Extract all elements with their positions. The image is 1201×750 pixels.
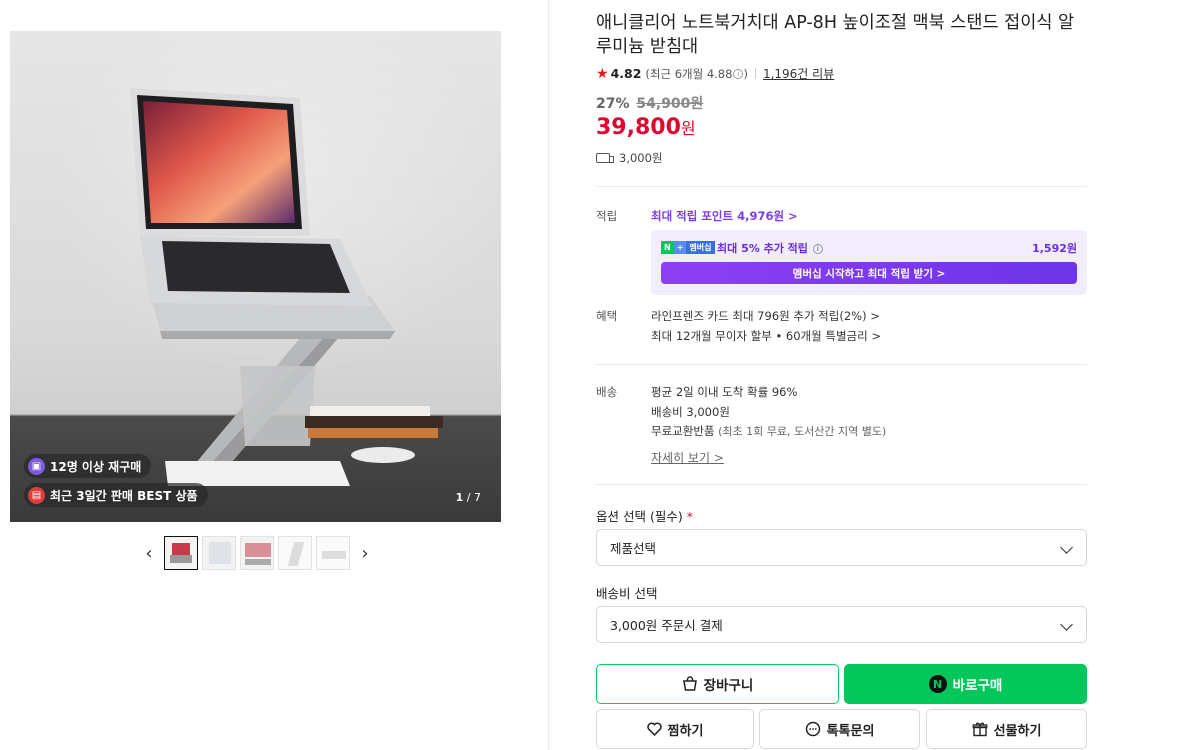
free-return-text: 무료교환반품 [651,424,715,438]
divider [596,186,1087,187]
rating-score: 4.82 [610,66,642,81]
thumbnail-5[interactable] [316,536,350,570]
membership-tag-n: N [661,241,674,254]
sale-price-unit: 원 [680,119,696,138]
gift-box-icon: ▤ [28,486,45,504]
membership-extra-points-text: 최대 5% 추가 적립 [717,242,808,255]
wishlist-label: 찜하기 [667,723,704,739]
sale-price: 39,800원 [596,115,696,140]
repurchase-badge: ▣ 12명 이상 재구매 [24,454,152,478]
rating-recent-close: ) [743,66,748,81]
option-select[interactable]: 제품선택 [596,529,1087,566]
membership-extra-points: 최대 5% 추가 적립 i [717,240,823,256]
heart-icon [646,722,662,736]
benefits-label: 혜택 [596,309,618,323]
talk-inquiry-button[interactable]: 톡톡문의 [759,709,920,749]
info-icon[interactable]: i [733,68,744,79]
shipping-fee: 3,000원 [619,151,663,165]
rating-row: ★ 4.82 (최근 6개월 4.88 i ) 1,196건 리뷰 [596,65,834,82]
shipping-select-label: 배송비 선택 [596,586,658,601]
installment-benefit-link[interactable]: 최대 12개월 무이자 할부 • 60개월 특별금리 > [651,328,881,344]
star-icon: ★ [596,65,609,82]
points-label: 적립 [596,209,618,223]
option-label-text: 옵션 선택 (필수) [596,509,683,524]
buy-now-button[interactable]: N 바로구매 [844,664,1087,704]
chevron-right-icon[interactable]: › [354,536,376,570]
chevron-left-icon[interactable]: ‹ [138,536,160,570]
thumbnail-4[interactable] [278,536,312,570]
delivery-fee: 배송비 3,000원 [651,405,730,419]
chat-bubble-icon [805,721,820,737]
repurchase-badge-text: 12명 이상 재구매 [50,459,142,474]
delivery-detail-link[interactable]: 자세히 보기 > [651,449,724,466]
rating-recent: (최근 6개월 4.88 [645,66,733,81]
laptop-stand-illustration [130,88,443,486]
delivery-label: 배송 [596,385,618,399]
add-to-cart-label: 장바구니 [703,678,754,694]
divider [596,484,1087,485]
review-count-link[interactable]: 1,196건 리뷰 [763,65,834,82]
best-seller-badge-text: 최근 3일간 판매 BEST 상품 [50,488,198,503]
original-price: 54,900원 [636,96,704,112]
buy-now-label: 바로구매 [952,678,1003,694]
truck-icon [596,153,614,163]
info-icon[interactable]: i [812,244,823,254]
discount-rate: 27% [596,96,630,112]
rating-separator [754,68,756,79]
sale-price-number: 39,800 [596,115,681,140]
gift-button[interactable]: 선물하기 [926,709,1087,749]
shipping-select[interactable]: 3,000원 주문시 결제 [596,606,1087,643]
gift-icon [972,722,987,737]
max-points-link[interactable]: 최대 적립 포인트 4,976원 > [651,208,798,224]
membership-tag-text: 멤버십 [686,241,715,254]
card-benefit-link[interactable]: 라인프렌즈 카드 최대 796원 추가 적립(2%) > [651,308,880,324]
chevron-down-icon [1060,618,1073,631]
naver-plus-membership-tag: N + 멤버십 [661,241,715,254]
free-return-note: (최초 1회 무료, 도서산간 지역 별도) [718,425,887,438]
image-counter-total: 7 [474,491,481,504]
bag-icon: ▣ [28,457,45,475]
product-title: 애니클리어 노트북거치대 AP-8H 높이조절 맥북 스탠드 접이식 알루미늄 … [596,13,1075,57]
membership-start-button[interactable]: 멤버십 시작하고 최대 적립 받기 > [661,262,1077,284]
thumbnail-3[interactable] [240,536,274,570]
membership-points-amount: 1,592원 [1032,242,1077,255]
thumbnail-strip: ‹ › [138,536,376,570]
image-counter-current: 1 [455,491,464,504]
discount-row: 27% 54,900원 [596,93,703,113]
naver-pay-icon: N [928,675,947,693]
talk-inquiry-label: 톡톡문의 [826,723,875,739]
add-to-cart-button[interactable]: 장바구니 [596,664,839,704]
membership-box: N + 멤버십 최대 5% 추가 적립 i 1,592원 멤버십 시작하고 최대… [651,230,1087,295]
shipping-fee-row: 3,000원 [596,150,663,166]
wishlist-button[interactable]: 찜하기 [596,709,754,749]
option-select-value: 제품선택 [610,541,657,556]
column-divider [548,0,549,750]
thumbnail-2[interactable] [202,536,236,570]
option-label: 옵션 선택 (필수) * [596,506,693,525]
membership-tag-plus: + [673,241,687,254]
required-mark: * [686,509,693,524]
gift-label: 선물하기 [993,723,1042,739]
product-main-image[interactable]: ▣ 12명 이상 재구매 ▤ 최근 3일간 판매 BEST 상품 1 / 7 [10,31,501,522]
shipping-select-value: 3,000원 주문시 결제 [610,618,723,633]
free-return: 무료교환반품 (최초 1회 무료, 도서산간 지역 별도) [651,423,886,439]
divider [596,364,1087,365]
delivery-arrival-rate: 평균 2일 이내 도착 확률 96% [651,385,798,399]
shopping-bag-icon [682,676,697,691]
image-counter: 1 / 7 [455,491,481,504]
thumbnail-1[interactable] [164,536,198,570]
best-seller-badge: ▤ 최근 3일간 판매 BEST 상품 [24,483,208,507]
chevron-down-icon [1060,541,1073,554]
